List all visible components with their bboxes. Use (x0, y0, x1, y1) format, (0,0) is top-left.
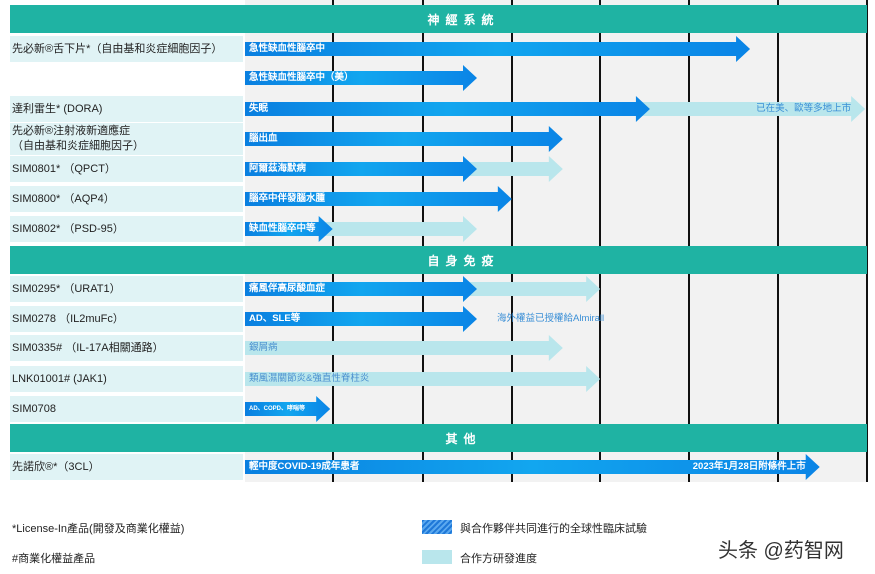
indication-label: 輕中度COVID-19成年患者 (249, 461, 360, 472)
footnote-commercial: #商業化權益產品 (12, 553, 96, 565)
indication-label: 急性缺血性腦卒中（美） (249, 72, 354, 83)
drug-label: 先諾欣®*（3CL） (10, 454, 243, 480)
drug-label-line: （自由基和炎症細胞因子） (12, 140, 144, 152)
footnote-license-in: *License-In產品(開發及商業化權益) (12, 523, 185, 535)
drug-label: SIM0800* （AQP4） (10, 186, 243, 212)
stage-divider (688, 0, 690, 482)
indication-label: 失眠 (249, 103, 269, 114)
indication-label: AD、COPD、哮喘等 (249, 406, 306, 412)
drug-label: SIM0278 （IL2muFc） (10, 306, 243, 332)
legend-global-trial: 與合作夥伴共同進行的全球性臨床試驗 (460, 523, 647, 535)
status-note: 2023年1月28日附條件上市 (692, 461, 806, 472)
stage-divider (599, 0, 601, 482)
drug-label-line: 先必新®注射液新適應症 (12, 125, 131, 137)
drug-label: LNK01001# (JAK1) (10, 366, 243, 392)
indication-label: 類風濕關節炎&強直性脊柱炎 (249, 373, 370, 384)
indication-label: AD、SLE等 (249, 313, 301, 324)
drug-label-line: SIM0802* （PSD-95） (12, 222, 124, 235)
drug-label: SIM0801* （QPCT） (10, 156, 243, 182)
section-header: 自身免疫 (10, 246, 867, 274)
indication-label: 腦出血 (249, 133, 278, 144)
drug-label: SIM0802* （PSD-95） (10, 216, 243, 242)
drug-label-line: SIM0295* （URAT1） (12, 282, 121, 295)
indication-label: 急性缺血性腦卒中 (249, 43, 326, 54)
stage-divider (777, 0, 779, 482)
drug-label-line: 先諾欣®*（3CL） (12, 460, 100, 473)
section-header: 神經系統 (10, 5, 867, 33)
indication-label: 銀屑病 (249, 342, 278, 353)
legend-swatch-partner (422, 550, 452, 564)
indication-label: 痛風伴高尿酸血症 (249, 283, 326, 294)
drug-label: SIM0708 (10, 396, 243, 422)
drug-label: SIM0335# （IL-17A相關通路） (10, 335, 243, 361)
indication-label: 腦卒中伴發腦水腫 (249, 193, 326, 204)
legend-partner: 合作方研發進度 (460, 553, 537, 565)
drug-label-line: LNK01001# (JAK1) (12, 372, 107, 385)
drug-label: 達利雷生* (DORA) (10, 96, 243, 122)
status-note: 海外權益已授權給Almirall (497, 313, 605, 324)
stage-divider (866, 0, 868, 482)
drug-label-line: SIM0708 (12, 402, 57, 415)
drug-label-line: SIM0800* （AQP4） (12, 192, 115, 205)
drug-label-line: SIM0335# （IL-17A相關通路） (12, 341, 164, 354)
drug-label-line: SIM0278 （IL2muFc） (12, 312, 124, 325)
drug-label: SIM0295* （URAT1） (10, 276, 243, 302)
drug-label-line: 達利雷生* (DORA) (12, 102, 103, 115)
drug-label-line: 先必新®舌下片*（自由基和炎症細胞因子） (12, 42, 223, 55)
legend-swatch-global-trial (422, 520, 452, 534)
drug-label-line: SIM0801* （QPCT） (12, 162, 116, 175)
stage-divider (511, 0, 513, 482)
indication-label: 阿爾茲海默病 (249, 163, 307, 174)
section-header: 其他 (10, 424, 867, 452)
indication-label: 缺血性腦卒中等 (249, 223, 316, 234)
drug-label: 先必新®舌下片*（自由基和炎症細胞因子） (10, 36, 243, 62)
drug-label: 先必新®注射液新適應症 （自由基和炎症細胞因子） (10, 123, 243, 155)
status-note: 已在美、歐等多地上市 (756, 103, 852, 114)
watermark: 头条 @药智网 (718, 540, 844, 562)
